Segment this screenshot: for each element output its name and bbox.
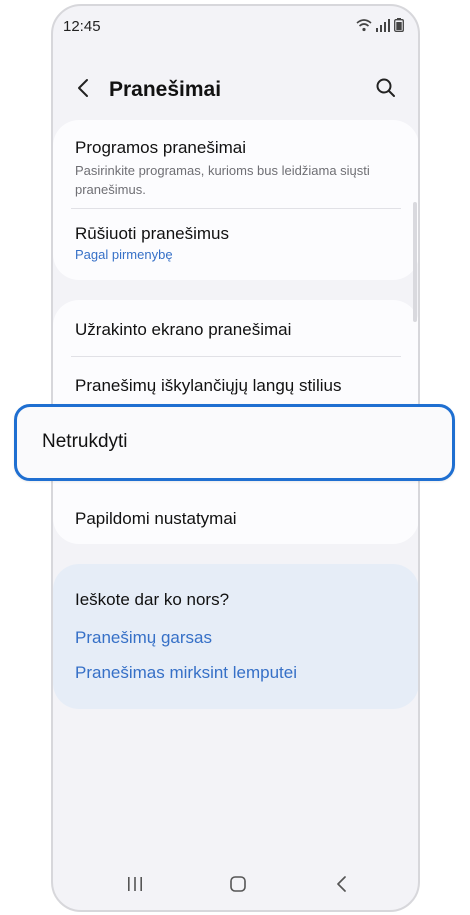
app-notifications-subtitle: Pasirinkite programas, kurioms bus leidž…	[75, 163, 370, 197]
back-button[interactable]	[73, 77, 95, 99]
popup-style-item[interactable]: Pranešimų iškylančiųjų langų stilius	[75, 376, 401, 396]
signal-icon	[376, 18, 390, 32]
sort-notifications-title: Rūšiuoti pranešimus	[75, 224, 230, 243]
app-header: Pranešimai	[53, 66, 418, 116]
advanced-settings-item[interactable]: Papildomi nustatymai	[75, 509, 401, 529]
wifi-icon	[356, 19, 372, 32]
lock-screen-notifications-item[interactable]: Užrakinto ekrano pranešimai	[75, 320, 401, 340]
status-icons	[356, 18, 404, 32]
divider	[71, 208, 401, 209]
sort-notifications-item[interactable]: Rūšiuoti pranešimus Pagal pirmenybę	[75, 224, 401, 262]
nav-back-icon	[337, 876, 346, 892]
home-button[interactable]	[226, 872, 250, 896]
search-button[interactable]	[374, 76, 398, 100]
recents-icon	[128, 877, 142, 891]
popup-style-title: Pranešimų iškylančiųjų langų stilius	[75, 376, 342, 395]
scrollbar[interactable]	[413, 202, 417, 322]
search-icon	[376, 78, 395, 97]
navigation-bar	[53, 860, 418, 910]
suggestions-card: Ieškote dar ko nors? Pranešimų garsas Pr…	[53, 564, 418, 709]
lock-screen-notifications-title: Užrakinto ekrano pranešimai	[75, 320, 292, 339]
status-time: 12:45	[63, 18, 101, 35]
flash-notification-link[interactable]: Pranešimas mirksint lemputei	[75, 663, 297, 683]
nav-back-button[interactable]	[330, 872, 354, 896]
status-bar: 12:45	[53, 6, 418, 46]
battery-icon	[394, 18, 404, 32]
home-icon	[230, 876, 246, 892]
do-not-disturb-title: Netrukdyti	[42, 431, 128, 452]
recents-button[interactable]	[123, 872, 147, 896]
app-notifications-item[interactable]: Programos pranešimai Pasirinkite program…	[75, 138, 401, 199]
advanced-settings-title: Papildomi nustatymai	[75, 509, 237, 528]
page-title: Pranešimai	[109, 78, 222, 101]
suggestions-title: Ieškote dar ko nors?	[75, 590, 230, 609]
notifications-card: Programos pranešimai Pasirinkite program…	[53, 120, 418, 280]
notification-sound-link[interactable]: Pranešimų garsas	[75, 628, 212, 648]
do-not-disturb-item[interactable]: Netrukdyti	[14, 404, 455, 481]
sort-notifications-value: Pagal pirmenybę	[75, 247, 173, 262]
app-notifications-title: Programos pranešimai	[75, 138, 247, 157]
back-arrow-icon	[78, 79, 88, 97]
divider	[71, 356, 401, 357]
